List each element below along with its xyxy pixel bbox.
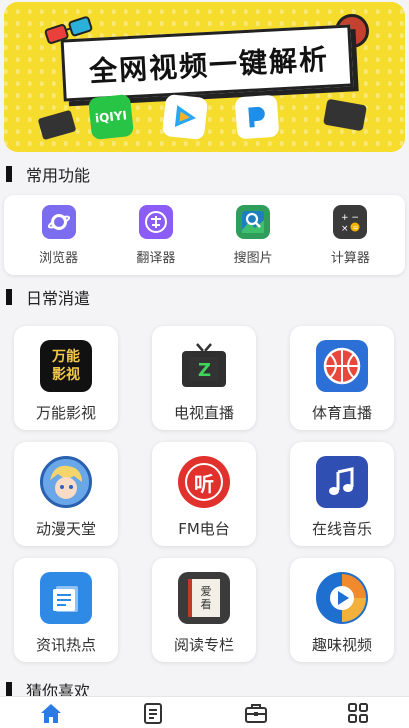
tile-label: FM电台	[178, 520, 230, 538]
translate-icon	[138, 204, 173, 239]
func-calculator[interactable]: + − × = 计算器	[305, 204, 395, 266]
browser-icon	[41, 204, 76, 239]
tile-fun-video[interactable]: 趣味视频	[290, 558, 394, 662]
func-calculator-label: 计算器	[330, 250, 370, 266]
bottom-nav	[0, 696, 409, 728]
tile-tv-live[interactable]: Z 电视直播	[152, 326, 256, 430]
calculator-icon: + − × =	[333, 204, 368, 239]
reading-icon: 爱 看	[178, 572, 230, 624]
news-icon	[40, 572, 92, 624]
func-browser[interactable]: 浏览器	[14, 204, 104, 266]
section-leisure: 日常消遣	[6, 287, 91, 308]
common-functions-card: 浏览器 翻译器 搜图片 + − × = 计算器	[4, 195, 405, 275]
reading-icon-line2: 看	[200, 598, 212, 611]
anime-icon	[40, 456, 92, 508]
tile-label: 体育直播	[311, 404, 372, 422]
tile-label: 动漫天堂	[35, 520, 96, 538]
tile-label: 趣味视频	[311, 636, 372, 654]
section-marker	[6, 289, 12, 305]
svg-text:+ −: + −	[341, 213, 359, 223]
promo-banner[interactable]: 全网视频一键解析 iQIYI	[4, 2, 405, 152]
tile-sports-live[interactable]: 体育直播	[290, 326, 394, 430]
section-leisure-title: 日常消遣	[26, 289, 91, 308]
section-common: 常用功能	[6, 164, 91, 185]
section-marker	[6, 166, 12, 182]
leisure-grid: 万能 影视 万能影视 Z 电视直播 体育直播 动漫天堂 听 FM电台 在线音乐 …	[14, 326, 394, 662]
sports-live-icon	[316, 340, 368, 392]
fm-radio-icon: 听	[178, 456, 230, 508]
tile-label: 阅读专栏	[173, 636, 234, 654]
reading-icon-line1: 爱	[200, 585, 212, 598]
tv-icon-letter: Z	[198, 360, 211, 381]
iqiyi-icon: iQIYI	[87, 93, 135, 141]
tile-label: 资讯热点	[35, 636, 96, 654]
toolbox-icon	[244, 703, 267, 723]
image-search-icon	[236, 204, 271, 239]
func-translate[interactable]: 翻译器	[111, 204, 201, 266]
tile-news[interactable]: 资讯热点	[14, 558, 118, 662]
movie-icon-line2: 影视	[52, 367, 80, 383]
func-image-search-label: 搜图片	[233, 250, 273, 266]
section-common-title: 常用功能	[26, 166, 91, 185]
func-translate-label: 翻译器	[136, 250, 176, 266]
notes-icon	[144, 702, 163, 724]
tile-label: 在线音乐	[311, 520, 372, 538]
tile-label: 万能影视	[35, 404, 96, 422]
tencent-video-icon	[161, 93, 209, 141]
tv-live-icon: Z	[178, 340, 230, 392]
svg-text:=: =	[353, 224, 359, 232]
fun-video-icon	[316, 572, 368, 624]
apps-grid-icon	[347, 702, 368, 723]
svg-text:×: ×	[341, 224, 349, 234]
func-browser-label: 浏览器	[39, 250, 79, 266]
fm-icon-char: 听	[185, 463, 223, 501]
tile-universal-movie[interactable]: 万能 影视 万能影视	[14, 326, 118, 430]
tile-music[interactable]: 在线音乐	[290, 442, 394, 546]
nav-toolbox[interactable]	[236, 698, 276, 728]
tile-anime[interactable]: 动漫天堂	[14, 442, 118, 546]
nav-notes[interactable]	[133, 698, 173, 728]
nav-home[interactable]	[31, 698, 71, 728]
pptv-icon	[234, 94, 280, 140]
movie-icon-line1: 万能	[52, 349, 80, 365]
music-icon	[316, 456, 368, 508]
universal-movie-icon: 万能 影视	[40, 340, 92, 392]
tile-label: 电视直播	[173, 404, 234, 422]
home-icon	[41, 703, 62, 723]
tile-fm-radio[interactable]: 听 FM电台	[152, 442, 256, 546]
func-image-search[interactable]: 搜图片	[208, 204, 298, 266]
tile-reading[interactable]: 爱 看 阅读专栏	[152, 558, 256, 662]
nav-apps[interactable]	[338, 698, 378, 728]
